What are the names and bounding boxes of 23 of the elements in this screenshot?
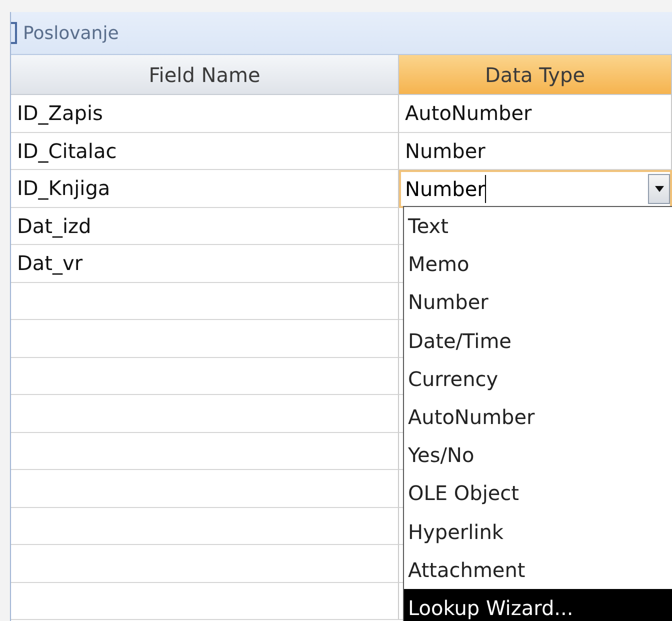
dropdown-option[interactable]: Text — [404, 207, 672, 246]
dropdown-option[interactable]: Attachment — [404, 550, 672, 589]
table-cell: AutoNumber — [399, 95, 672, 132]
caret-icon — [654, 186, 664, 192]
dropdown-option[interactable]: OLE Object — [404, 474, 672, 512]
table-cell: Dat_vr — [11, 245, 399, 282]
dropdown-option[interactable]: Date/Time — [404, 322, 672, 360]
table-cell: Dat_izd — [11, 208, 399, 245]
table-cell: ID_Citalac — [11, 132, 399, 170]
window-title: Poslovanje — [23, 22, 119, 44]
data-type-combo[interactable]: Number — [399, 170, 672, 208]
column-header[interactable]: Field Name — [11, 55, 399, 95]
dropdown-option[interactable]: Memo — [404, 245, 672, 284]
dropdown-option[interactable]: Yes/No — [404, 436, 672, 474]
dropdown-option[interactable]: Number — [404, 283, 672, 322]
dropdown-option[interactable]: Currency — [404, 360, 672, 398]
dropdown-option[interactable]: Hyperlink — [404, 512, 672, 551]
column-header[interactable]: Data Type — [399, 55, 672, 95]
table-cell: ID_Zapis — [11, 95, 399, 132]
dropdown-option[interactable]: AutoNumber — [404, 398, 672, 436]
table-icon — [11, 22, 17, 44]
table-cell: ID_Knjiga — [11, 170, 399, 208]
dropdown-option[interactable]: Lookup Wizard... — [404, 588, 672, 621]
